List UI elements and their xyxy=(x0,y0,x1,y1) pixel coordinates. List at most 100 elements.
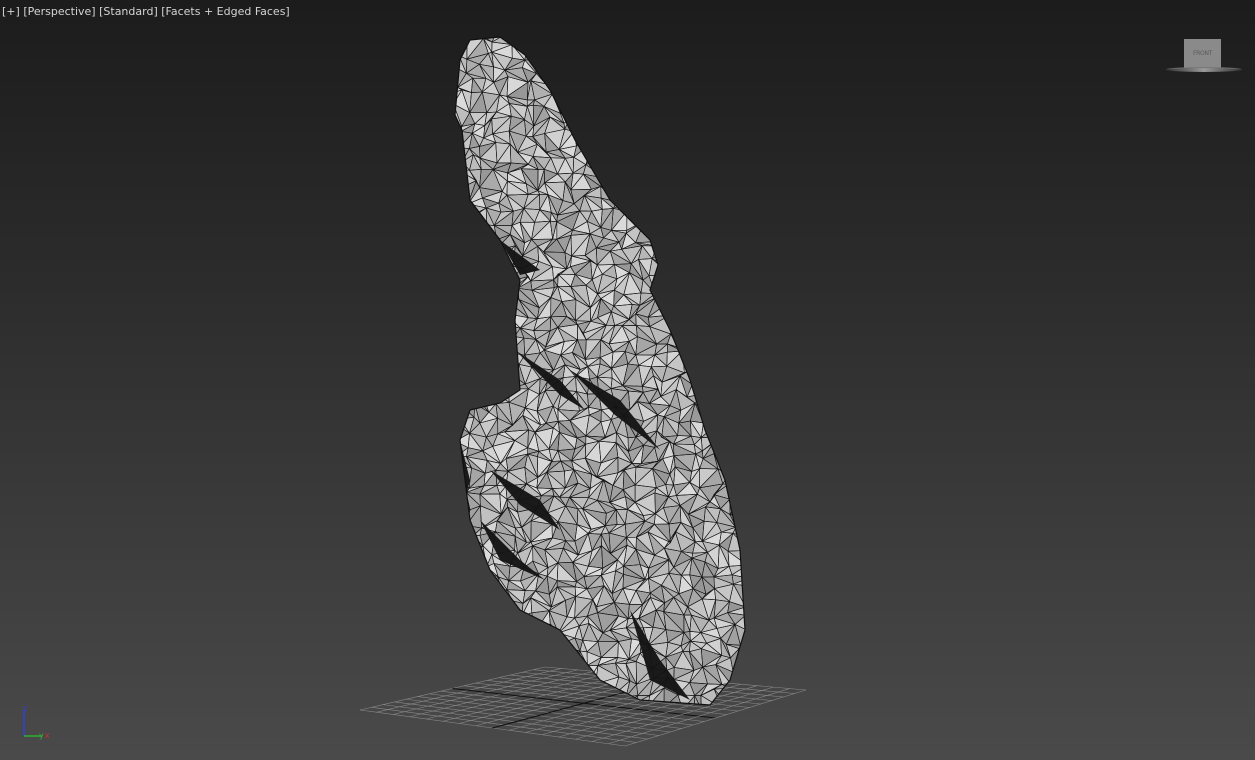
mesh-face xyxy=(720,148,726,163)
mesh-edge xyxy=(487,329,502,339)
mesh-edge xyxy=(674,300,697,319)
mesh-face xyxy=(668,235,684,250)
mesh-edge xyxy=(713,389,735,410)
mesh-edge xyxy=(704,354,721,366)
mesh-face xyxy=(701,255,713,265)
mesh-edge xyxy=(735,123,742,133)
mesh-face xyxy=(713,34,729,41)
mesh-edge xyxy=(628,169,636,189)
mesh-face xyxy=(687,255,705,265)
mesh-face xyxy=(445,506,455,521)
mesh-edge xyxy=(688,103,707,120)
mesh-face xyxy=(656,287,671,302)
mesh-edge xyxy=(445,584,463,607)
mesh-face xyxy=(714,241,736,252)
mesh-face xyxy=(454,27,471,40)
mesh-face xyxy=(710,288,721,307)
mesh-face xyxy=(589,81,599,100)
mesh-edge xyxy=(440,428,461,441)
mesh-face xyxy=(457,607,476,620)
mesh-face xyxy=(457,611,477,630)
mesh-edge xyxy=(545,51,557,68)
mesh-edge xyxy=(677,77,687,96)
viewport-canvas[interactable] xyxy=(0,0,1255,760)
mesh-edge xyxy=(596,104,614,121)
mesh-edge xyxy=(732,42,742,60)
mesh-face xyxy=(662,51,678,73)
mesh-edge xyxy=(469,220,487,234)
mesh-edge xyxy=(442,490,463,499)
mesh-edge xyxy=(702,28,712,48)
mesh-edge xyxy=(715,308,729,321)
mesh-edge xyxy=(449,256,459,269)
mesh-face xyxy=(598,27,619,49)
mesh-edge xyxy=(548,42,561,50)
mesh-face xyxy=(622,54,643,73)
mesh-edge xyxy=(651,181,668,205)
mesh-edge xyxy=(480,382,496,397)
mesh-face xyxy=(489,350,502,369)
mesh-edge xyxy=(661,158,680,175)
mesh-edge xyxy=(606,155,613,173)
rock-mesh[interactable] xyxy=(440,25,750,710)
mesh-edge xyxy=(514,658,520,668)
mesh-face xyxy=(442,662,454,681)
viewcube[interactable]: FRONT xyxy=(1166,36,1242,74)
mesh-edge xyxy=(667,248,684,268)
mesh-edge xyxy=(444,538,463,555)
mesh-face xyxy=(661,158,680,175)
viewcube-front-face[interactable]: FRONT xyxy=(1184,39,1221,69)
mesh-face xyxy=(720,291,733,307)
mesh-edge xyxy=(466,319,479,326)
mesh-edge xyxy=(643,157,651,174)
mesh-edge xyxy=(453,338,468,349)
viewcube-compass-ring[interactable] xyxy=(1166,67,1242,72)
mesh-edge xyxy=(563,25,573,40)
mesh-edge xyxy=(701,255,713,265)
mesh-edge xyxy=(535,624,551,643)
mesh-face xyxy=(727,367,741,385)
mesh-face xyxy=(533,51,549,68)
mesh-edge xyxy=(442,498,463,506)
mesh-face xyxy=(680,143,696,163)
mesh-edge xyxy=(635,105,648,120)
mesh-edge xyxy=(454,294,475,299)
mesh-edge xyxy=(681,280,698,290)
mesh-face xyxy=(446,576,463,590)
mesh-face xyxy=(726,149,749,163)
mesh-face xyxy=(684,319,696,332)
mesh-edge xyxy=(453,326,468,346)
mesh-face xyxy=(635,117,653,137)
mesh-face xyxy=(703,121,723,136)
mesh-edge xyxy=(479,305,500,318)
mesh-edge xyxy=(494,286,513,303)
mesh-edge xyxy=(689,237,705,255)
mesh-edge xyxy=(614,106,624,121)
mesh-face xyxy=(606,155,613,173)
mesh-edge xyxy=(467,573,488,594)
mesh-edge xyxy=(651,204,668,217)
mesh-edge xyxy=(677,344,690,351)
mesh-edge xyxy=(720,148,726,163)
mesh-edge xyxy=(508,25,525,44)
mesh-face xyxy=(643,157,651,174)
mesh-edge xyxy=(730,79,744,98)
mesh-edge xyxy=(705,288,722,307)
mesh-face xyxy=(730,110,749,123)
mesh-face xyxy=(493,638,511,656)
mesh-edge xyxy=(457,607,476,620)
mesh-edge xyxy=(453,649,471,662)
mesh-edge xyxy=(570,109,584,119)
mesh-face xyxy=(713,407,735,420)
mesh-edge xyxy=(599,91,614,106)
mesh-edge xyxy=(454,395,475,407)
mesh-edge xyxy=(441,645,459,657)
mesh-edge xyxy=(687,255,705,264)
mesh-face xyxy=(612,47,632,56)
mesh-face xyxy=(705,239,714,255)
mesh-edge xyxy=(684,237,694,255)
mesh-face xyxy=(733,274,748,293)
mesh-edge xyxy=(661,227,681,235)
mesh-edge xyxy=(441,210,458,227)
mesh-edge xyxy=(445,242,459,255)
